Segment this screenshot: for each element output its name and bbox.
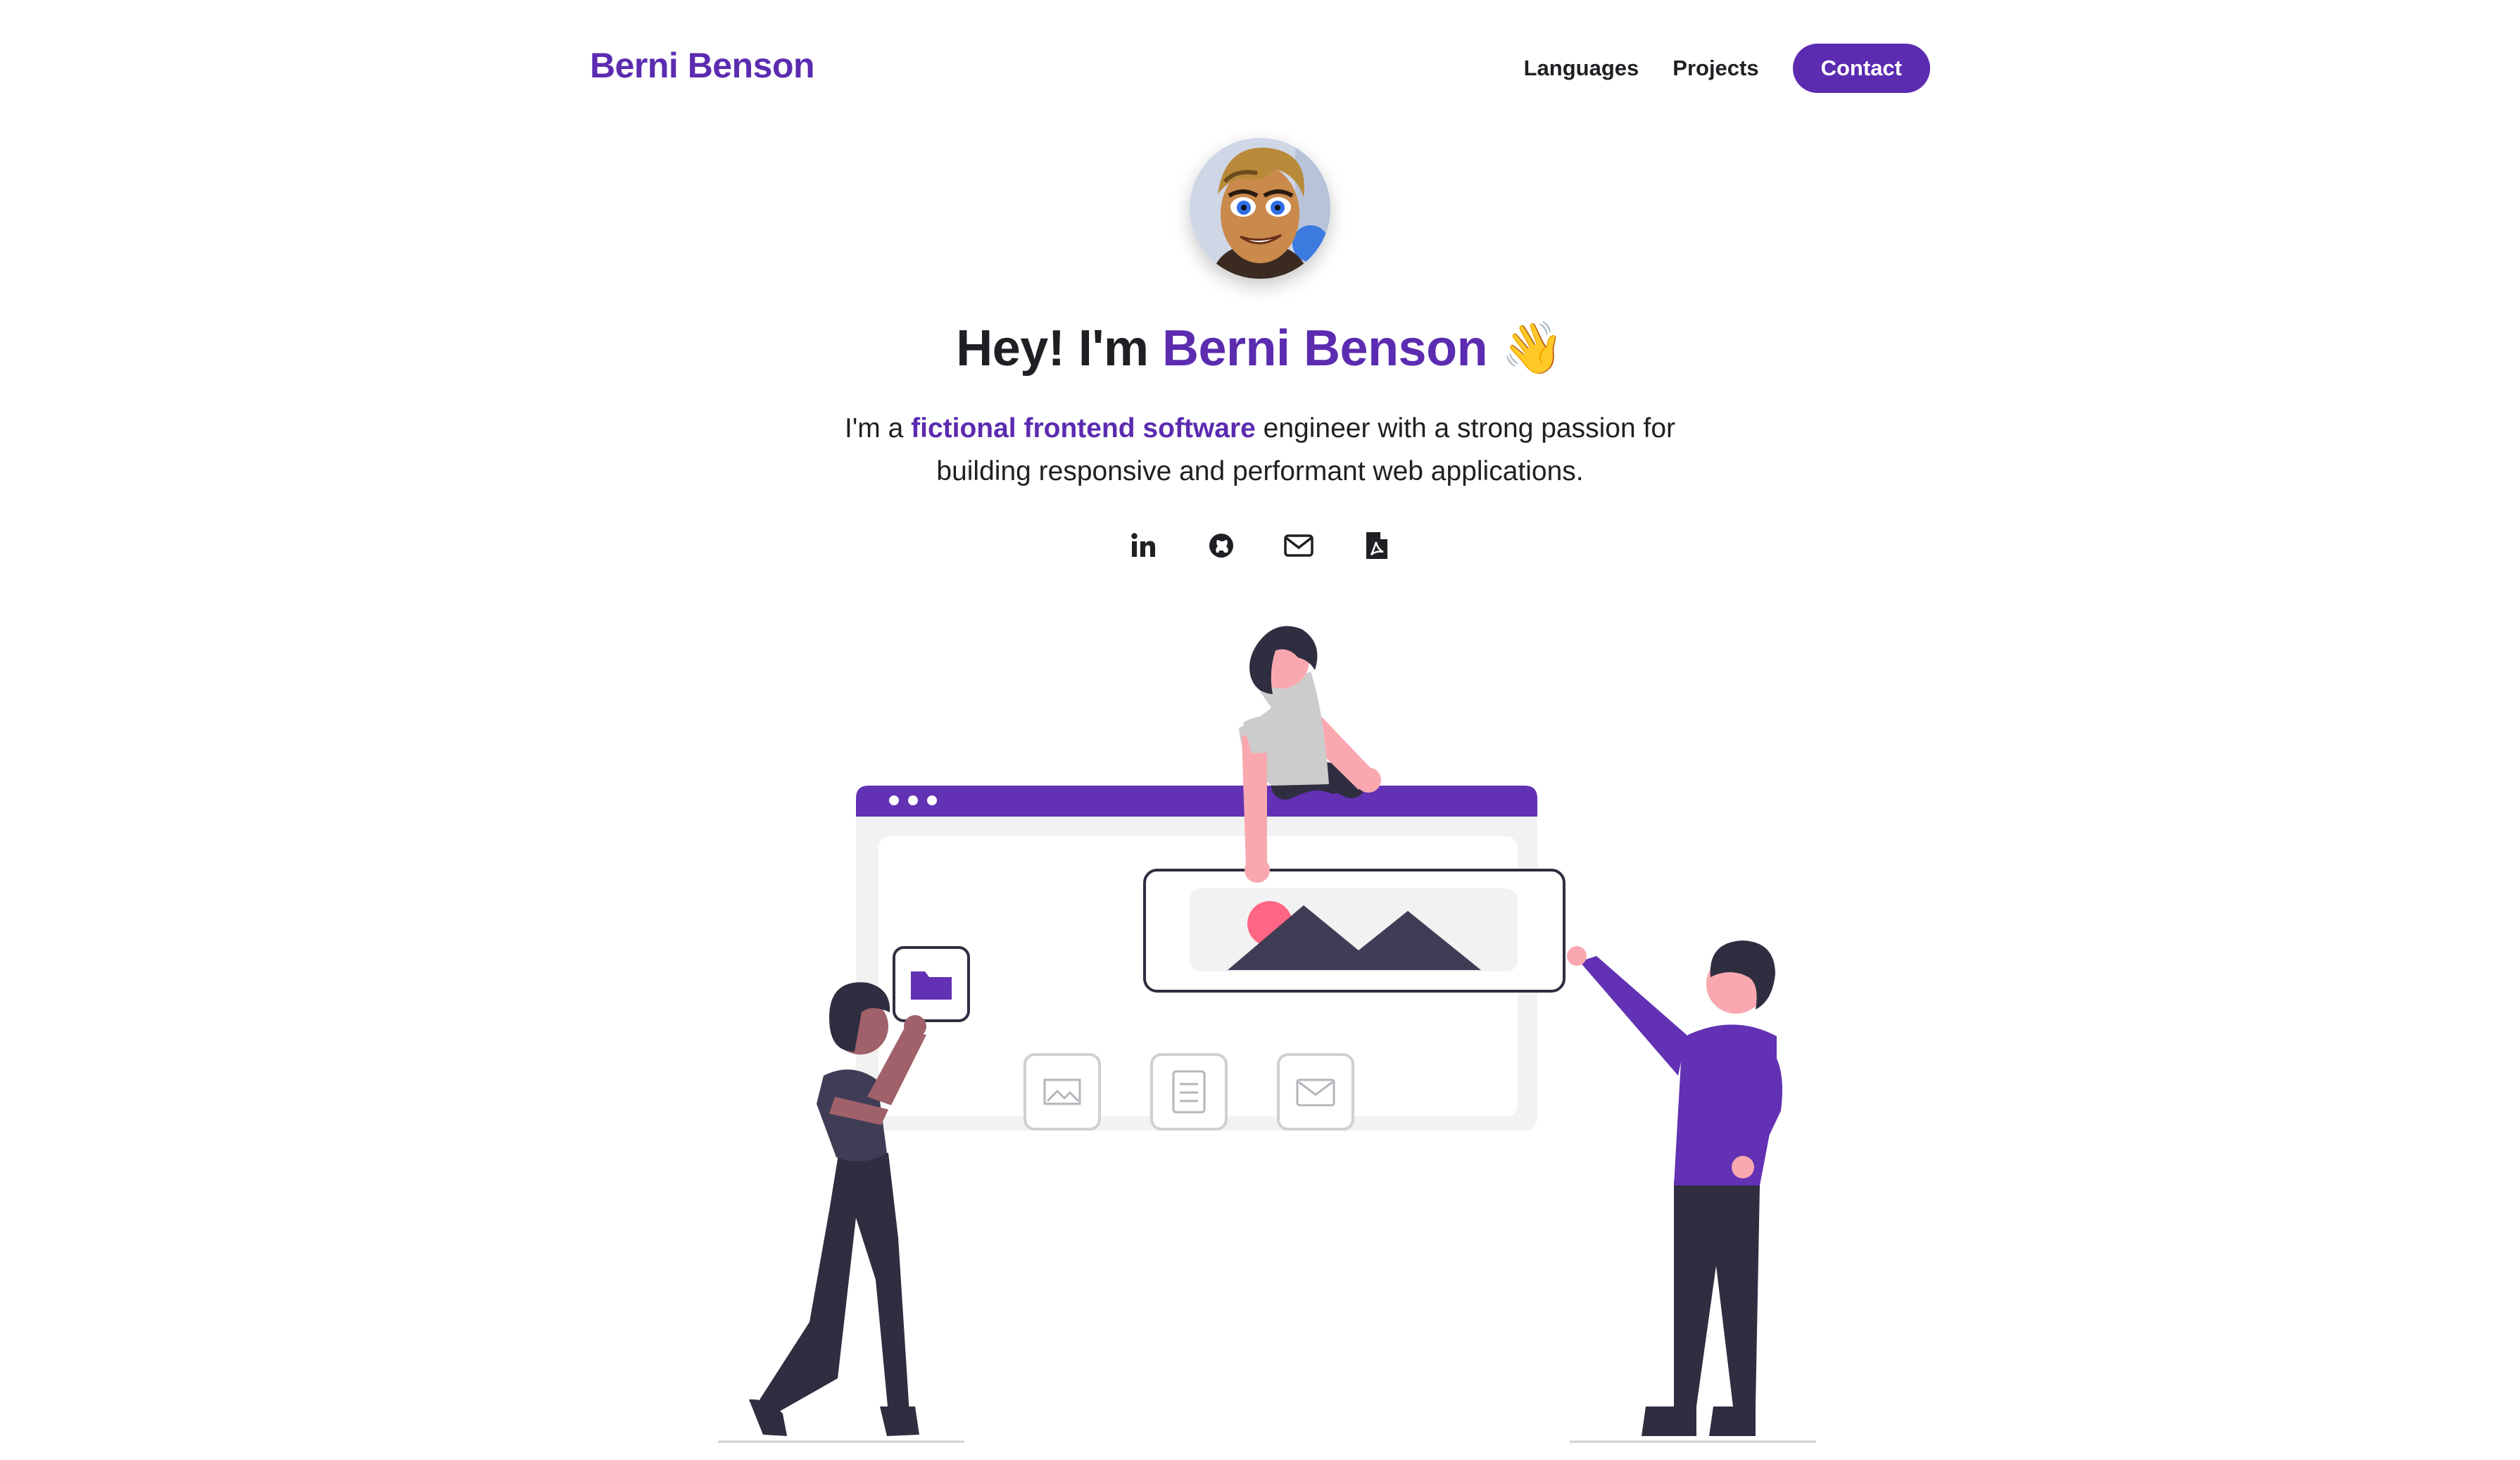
image-card-illustration <box>1143 869 1565 993</box>
nav-languages-link[interactable]: Languages <box>1524 56 1639 81</box>
photo-tile-icon <box>1023 1053 1101 1131</box>
contact-button[interactable]: Contact <box>1792 44 1930 93</box>
hero-illustration <box>718 626 1816 1443</box>
man-right-illustration <box>1567 940 1816 1443</box>
document-tile-icon <box>1150 1053 1228 1131</box>
social-links <box>1126 528 1394 563</box>
main-nav: Languages Projects Contact <box>1524 44 1930 93</box>
linkedin-icon[interactable] <box>1126 529 1160 562</box>
avatar <box>1190 138 1330 279</box>
intro-before: I'm a <box>844 413 912 443</box>
github-icon[interactable] <box>1204 529 1238 562</box>
brand-logo[interactable]: Berni Benson <box>590 45 815 86</box>
pdf-icon[interactable] <box>1360 529 1394 562</box>
mail-icon[interactable] <box>1282 529 1316 562</box>
avatar-illustration <box>1190 138 1330 279</box>
site-header: Berni Benson Languages Projects Contact <box>0 0 2520 141</box>
headline-prefix: Hey! I'm <box>956 320 1162 377</box>
intro-text: I'm a fictional frontend software engine… <box>802 407 1718 493</box>
intro-highlight: fictional frontend software <box>911 413 1256 443</box>
folder-tile-icon <box>893 946 970 1022</box>
nav-projects-link[interactable]: Projects <box>1672 56 1758 81</box>
wave-emoji-icon: 👋 <box>1501 320 1565 377</box>
page-title: Hey! I'm Berni Benson 👋 <box>0 318 2520 378</box>
headline-name: Berni Benson <box>1161 320 1488 377</box>
mail-tile-icon <box>1277 1053 1354 1131</box>
